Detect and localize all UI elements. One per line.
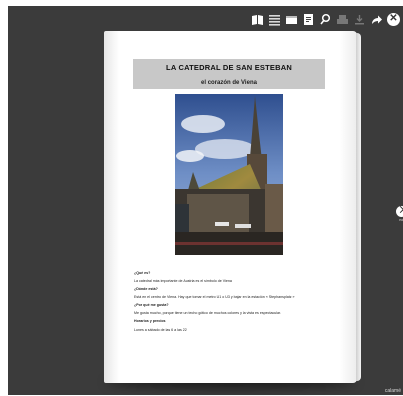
question-3: ¿Por qué me gusta?: [134, 303, 169, 308]
print-button[interactable]: [336, 13, 349, 26]
share-icon: [372, 15, 382, 24]
next-page-button[interactable]: [394, 203, 403, 219]
answer-1: La catedral más importante de Austria es…: [134, 279, 232, 284]
viewer-toolbar: ✕: [251, 10, 403, 28]
search-icon: [320, 13, 331, 24]
document-icon: [304, 13, 313, 25]
list-icon: [269, 14, 280, 26]
question-2: ¿Dónde está?: [134, 287, 158, 292]
document-title: LA CATEDRAL DE SAN ESTEBAN: [166, 63, 292, 72]
search-button[interactable]: [319, 13, 332, 26]
cathedral-image: [175, 94, 283, 255]
question-1: ¿Qué es?: [134, 271, 151, 275]
document-page[interactable]: LA CATEDRAL DE SAN ESTEBAN el corazón de…: [104, 31, 361, 383]
download-icon: [355, 14, 364, 24]
title-banner: LA CATEDRAL DE SAN ESTEBAN el corazón de…: [133, 59, 325, 89]
download-button[interactable]: [353, 13, 366, 26]
brand-logo[interactable]: calamé: [385, 388, 401, 394]
page-edge: [356, 33, 361, 381]
book-view-button[interactable]: [251, 13, 264, 26]
document-text: ¿Qué es? La catedral más importante de A…: [134, 271, 344, 332]
answer-4: Lunes a sábado de las 6 a las 22: [134, 327, 187, 332]
answer-2: Está en el centro de Viena. Hay que toma…: [134, 295, 295, 300]
next-page-label: ea: [399, 218, 403, 222]
page-icon: [286, 15, 297, 24]
document-viewer: ✕ LA CATEDRAL DE SAN ESTEBAN el corazón …: [8, 6, 403, 395]
single-page-button[interactable]: [285, 13, 298, 26]
document-info-button[interactable]: [302, 13, 315, 26]
close-button[interactable]: ✕: [387, 12, 400, 26]
document-subtitle: el corazón de Viena: [201, 80, 257, 86]
close-icon: ✕: [389, 13, 398, 24]
share-button[interactable]: [370, 13, 383, 26]
list-view-button[interactable]: [268, 13, 281, 26]
cathedral-photo: [175, 94, 283, 255]
question-4: Horarios y precios: [134, 319, 166, 324]
book-icon: [252, 14, 263, 25]
print-icon: [337, 14, 348, 24]
answer-3: Me gusta mucho, porque tiene un techo gó…: [134, 311, 282, 316]
